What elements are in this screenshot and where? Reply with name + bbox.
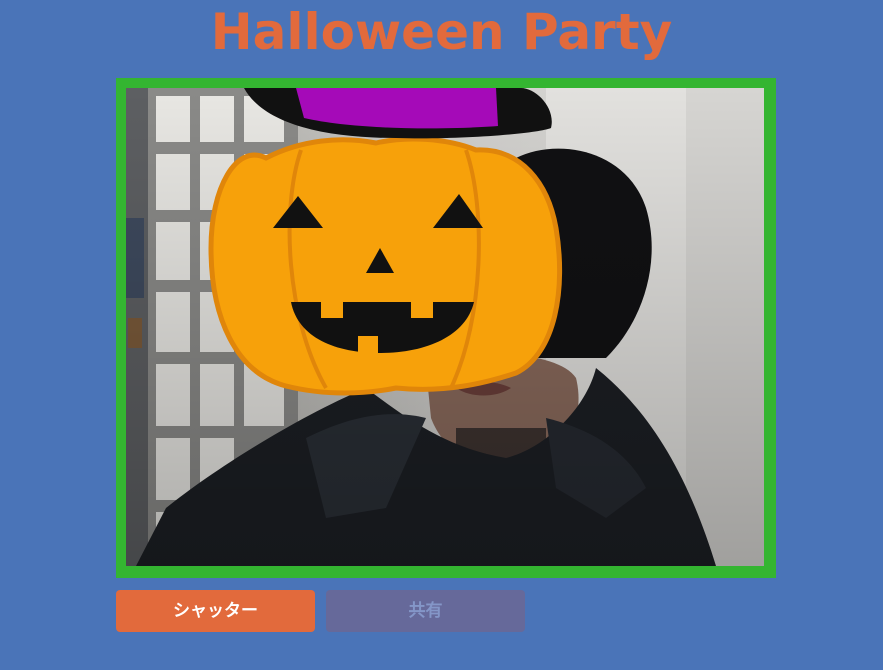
camera-frame [116,78,776,578]
shutter-button[interactable]: シャッター [116,590,315,632]
camera-photo [126,88,764,566]
camera-preview [126,88,764,566]
share-button[interactable]: 共有 [326,590,525,632]
page-title: Halloween Party [210,3,673,61]
jack-o-lantern-icon [208,136,563,396]
